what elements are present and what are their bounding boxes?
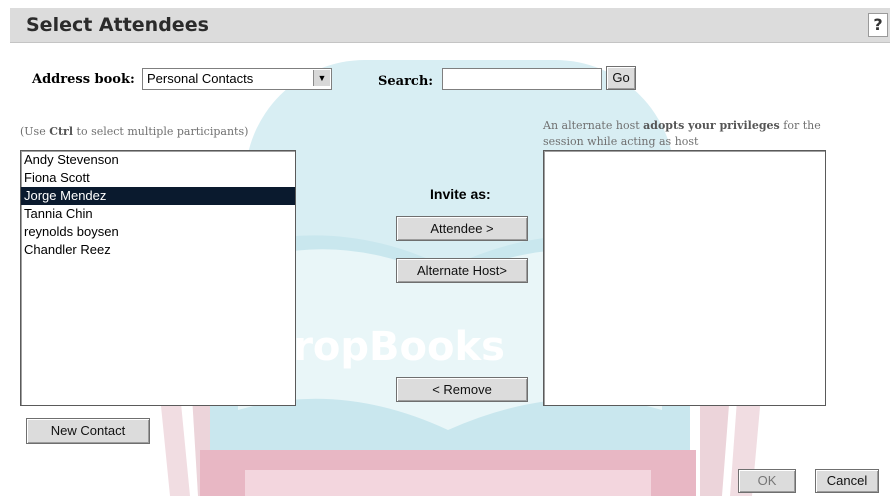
alternate-host-listbox[interactable] [543, 150, 826, 406]
contacts-hint: (Use Ctrl to select multiple participant… [20, 125, 249, 138]
attendee-button[interactable]: Attendee > [396, 216, 528, 241]
watermark-text: DropBooks [260, 324, 505, 370]
alternate-host-button[interactable]: Alternate Host> [396, 258, 528, 283]
title-bar: Select Attendees ? [10, 8, 890, 43]
list-item[interactable]: Andy Stevenson [21, 151, 295, 169]
list-item[interactable]: Tannia Chin [21, 205, 295, 223]
invite-as-label: Invite as: [430, 186, 491, 202]
dialog-title: Select Attendees [26, 14, 209, 36]
alternate-host-note: An alternate host adopts your privileges… [543, 119, 821, 148]
remove-button[interactable]: < Remove [396, 377, 528, 402]
list-item[interactable]: reynolds boysen [21, 223, 295, 241]
chevron-down-icon[interactable]: ▼ [313, 70, 330, 86]
contacts-listbox[interactable]: Andy Stevenson Fiona Scott Jorge Mendez … [20, 150, 296, 406]
search-label: Search: [378, 74, 434, 89]
address-book-value: Personal Contacts [147, 71, 254, 86]
list-item-selected[interactable]: Jorge Mendez [21, 187, 295, 205]
list-item[interactable]: Chandler Reez [21, 241, 295, 259]
new-contact-button[interactable]: New Contact [26, 418, 150, 444]
list-item[interactable]: Fiona Scott [21, 169, 295, 187]
ok-button[interactable]: OK [738, 469, 796, 493]
address-book-label: Address book: [32, 72, 135, 87]
search-input[interactable] [442, 68, 602, 90]
help-button[interactable]: ? [868, 13, 888, 37]
cancel-button[interactable]: Cancel [815, 469, 879, 493]
go-button[interactable]: Go [606, 66, 636, 90]
address-book-select[interactable]: Personal Contacts ▼ [142, 68, 332, 90]
